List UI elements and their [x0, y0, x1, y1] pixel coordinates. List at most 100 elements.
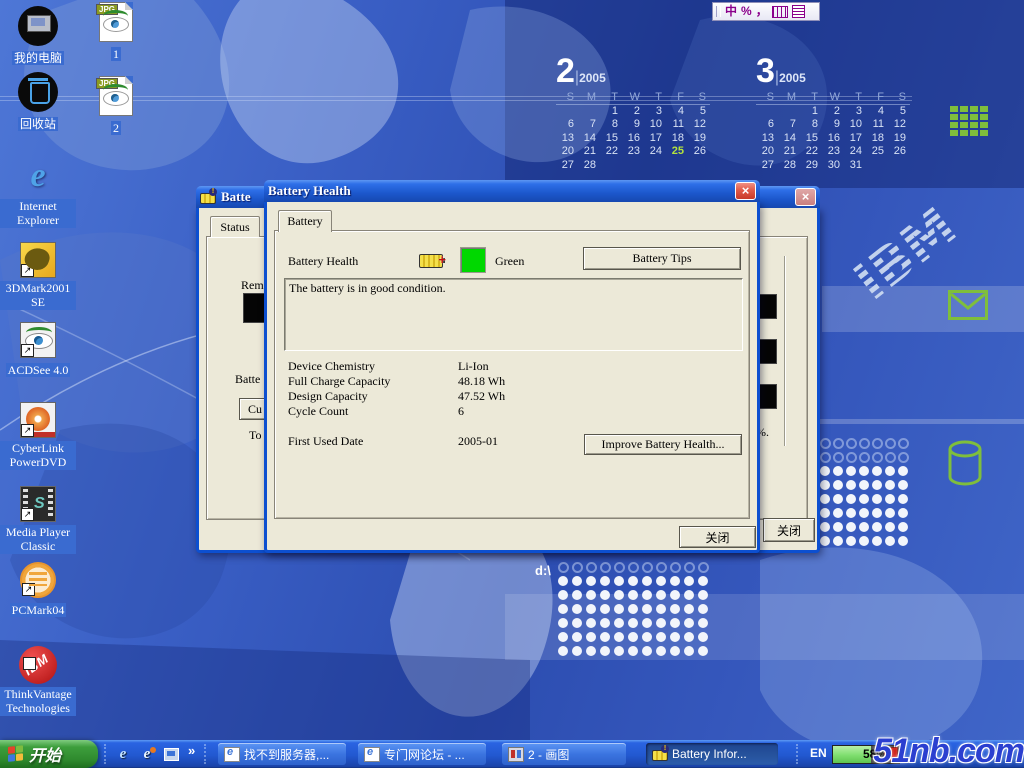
calendar-day: 26 — [688, 145, 710, 159]
close-button[interactable]: 关闭 — [679, 526, 756, 548]
wallpaper-dot — [558, 590, 568, 600]
task-button-forum[interactable]: 专门网论坛 - ... — [358, 743, 486, 765]
wallpaper-dot — [820, 494, 830, 504]
close-button[interactable]: 关闭 — [763, 518, 815, 542]
wallpaper-dot — [656, 618, 666, 628]
3dmark-icon: ↗ — [20, 242, 56, 278]
tab-status[interactable]: Status — [210, 216, 260, 237]
wallpaper-dot — [846, 522, 856, 532]
calendar-day: 27 — [756, 159, 778, 173]
battery-icon — [652, 750, 668, 761]
calendar-day: 28 — [578, 159, 600, 173]
wallpaper-dot — [684, 646, 694, 656]
calendar-day: 6 — [556, 118, 578, 132]
wallpaper-dot — [898, 536, 908, 546]
wallpaper-dot — [600, 576, 610, 586]
ime-punctuation-toggle[interactable]: ， — [756, 4, 768, 19]
wallpaper-dot — [859, 536, 869, 546]
close-icon[interactable]: × — [735, 182, 756, 200]
calendar-day: 23 — [622, 145, 644, 159]
calendar-weekday: F — [866, 91, 888, 105]
desktop-icon-acdsee[interactable]: ↗ ACDSee 4.0 — [0, 322, 76, 379]
wallpaper-dot — [898, 522, 908, 532]
wallpaper-dot — [820, 452, 831, 463]
wallpaper-dot — [572, 576, 582, 586]
wallpaper-dot — [885, 522, 895, 532]
dots-pattern-bottom — [558, 562, 712, 660]
wallpaper-dot — [628, 604, 638, 614]
calendar-grid: SMTWTFS123456789101112131415161718192021… — [556, 91, 726, 173]
desktop-icon-thinkvantage[interactable]: IBM↗ ThinkVantage Technologies — [0, 646, 76, 717]
wallpaper-dot — [586, 618, 596, 628]
wallpaper-dot — [614, 576, 624, 586]
close-icon[interactable]: × — [795, 188, 816, 206]
wallpaper-dot — [833, 536, 843, 546]
first-used-value: 2005-01 — [458, 434, 498, 449]
calendar-day: 1 — [800, 105, 822, 119]
desktop-icon-media-player-classic[interactable]: S↗ Media Player Classic — [0, 486, 76, 555]
ime-chinese-indicator[interactable]: 中 — [725, 4, 737, 19]
wallpaper-dot — [558, 632, 568, 642]
wallpaper-dot — [628, 562, 639, 573]
task-button-server-not-found[interactable]: 找不到服务器,... — [218, 743, 346, 765]
ime-keyboard-icon[interactable] — [772, 6, 788, 18]
wallpaper-dot — [833, 508, 843, 518]
calendar-day: 18 — [866, 132, 888, 146]
quicklaunch-overflow-chevron[interactable]: » — [188, 743, 195, 758]
wallpaper-dot — [572, 632, 582, 642]
quicklaunch-show-desktop-icon[interactable] — [162, 745, 180, 763]
desktop-file-jpg-2[interactable]: JPG 2 — [80, 76, 152, 137]
watermark: 51nb.com — [873, 735, 1024, 768]
wallpaper-dot — [898, 452, 909, 463]
ime-grip-handle[interactable] — [716, 6, 721, 17]
quicklaunch-browser2-icon[interactable]: e — [138, 745, 156, 763]
icon-label: Internet Explorer — [0, 199, 76, 228]
desktop-icon-pcmark04[interactable]: ↗ PCMark04 — [0, 562, 76, 619]
icon-label: ThinkVantage Technologies — [0, 687, 76, 716]
calendar-weekday: F — [666, 91, 688, 105]
wallpaper-dot — [846, 438, 857, 449]
desktop-icon-powerdvd[interactable]: ↗ CyberLink PowerDVD — [0, 402, 76, 471]
wallpaper-dot — [670, 632, 680, 642]
wallpaper-dot — [656, 604, 666, 614]
desktop-icon-recycle-bin[interactable]: 回收站 — [0, 72, 76, 133]
calendar-day: 15 — [800, 132, 822, 146]
wallpaper-dot — [885, 438, 896, 449]
quicklaunch-ie-icon[interactable]: e — [114, 745, 132, 763]
wallpaper-dot — [642, 618, 652, 628]
calendar-day: 19 — [888, 132, 910, 146]
calendar-weekday: W — [622, 91, 644, 105]
taskbar-separator — [104, 744, 108, 764]
detail-label: Full Charge Capacity — [288, 374, 390, 389]
powerdvd-icon: ↗ — [20, 402, 56, 438]
wallpaper-dot — [898, 480, 908, 490]
detail-value: 6 — [458, 404, 464, 419]
calendar-day: 21 — [578, 145, 600, 159]
wallpaper-dot — [670, 576, 680, 586]
wallpaper-dot — [898, 494, 908, 504]
task-button-battery-information[interactable]: Battery Infor... — [646, 743, 778, 765]
calendar-day: 3 — [844, 105, 866, 119]
calendar-day: 11 — [666, 118, 688, 132]
wallpaper-dot — [600, 590, 610, 600]
wallpaper-dot — [885, 480, 895, 490]
wallpaper-dot — [656, 576, 666, 586]
desktop-icon-3dmark2001[interactable]: ↗ 3DMark2001 SE — [0, 242, 76, 311]
ime-fullwidth-toggle[interactable]: % — [741, 4, 752, 19]
wallpaper-dot — [642, 646, 652, 656]
ime-menu-icon[interactable] — [792, 5, 805, 18]
start-button[interactable]: 开始 — [0, 740, 98, 768]
desktop-icon-internet-explorer[interactable]: e Internet Explorer — [0, 158, 76, 229]
battery-health-titlebar[interactable]: Battery Health × — [264, 180, 760, 202]
desktop-icon-my-computer[interactable]: 我的电脑 — [0, 6, 76, 67]
battery-tips-button[interactable]: Battery Tips — [583, 247, 741, 270]
tab-battery[interactable]: Battery — [278, 210, 332, 232]
task-button-paint[interactable]: 2 - 画图 — [502, 743, 626, 765]
wallpaper-dot — [670, 590, 680, 600]
file-label: 1 — [111, 47, 121, 61]
desktop-file-jpg-1[interactable]: JPG 1 — [80, 2, 152, 63]
calendar-day: 14 — [778, 132, 800, 146]
language-indicator[interactable]: EN — [810, 746, 827, 760]
ime-language-bar[interactable]: 中 % ， — [712, 2, 820, 21]
improve-battery-health-button[interactable]: Improve Battery Health... — [584, 434, 742, 455]
